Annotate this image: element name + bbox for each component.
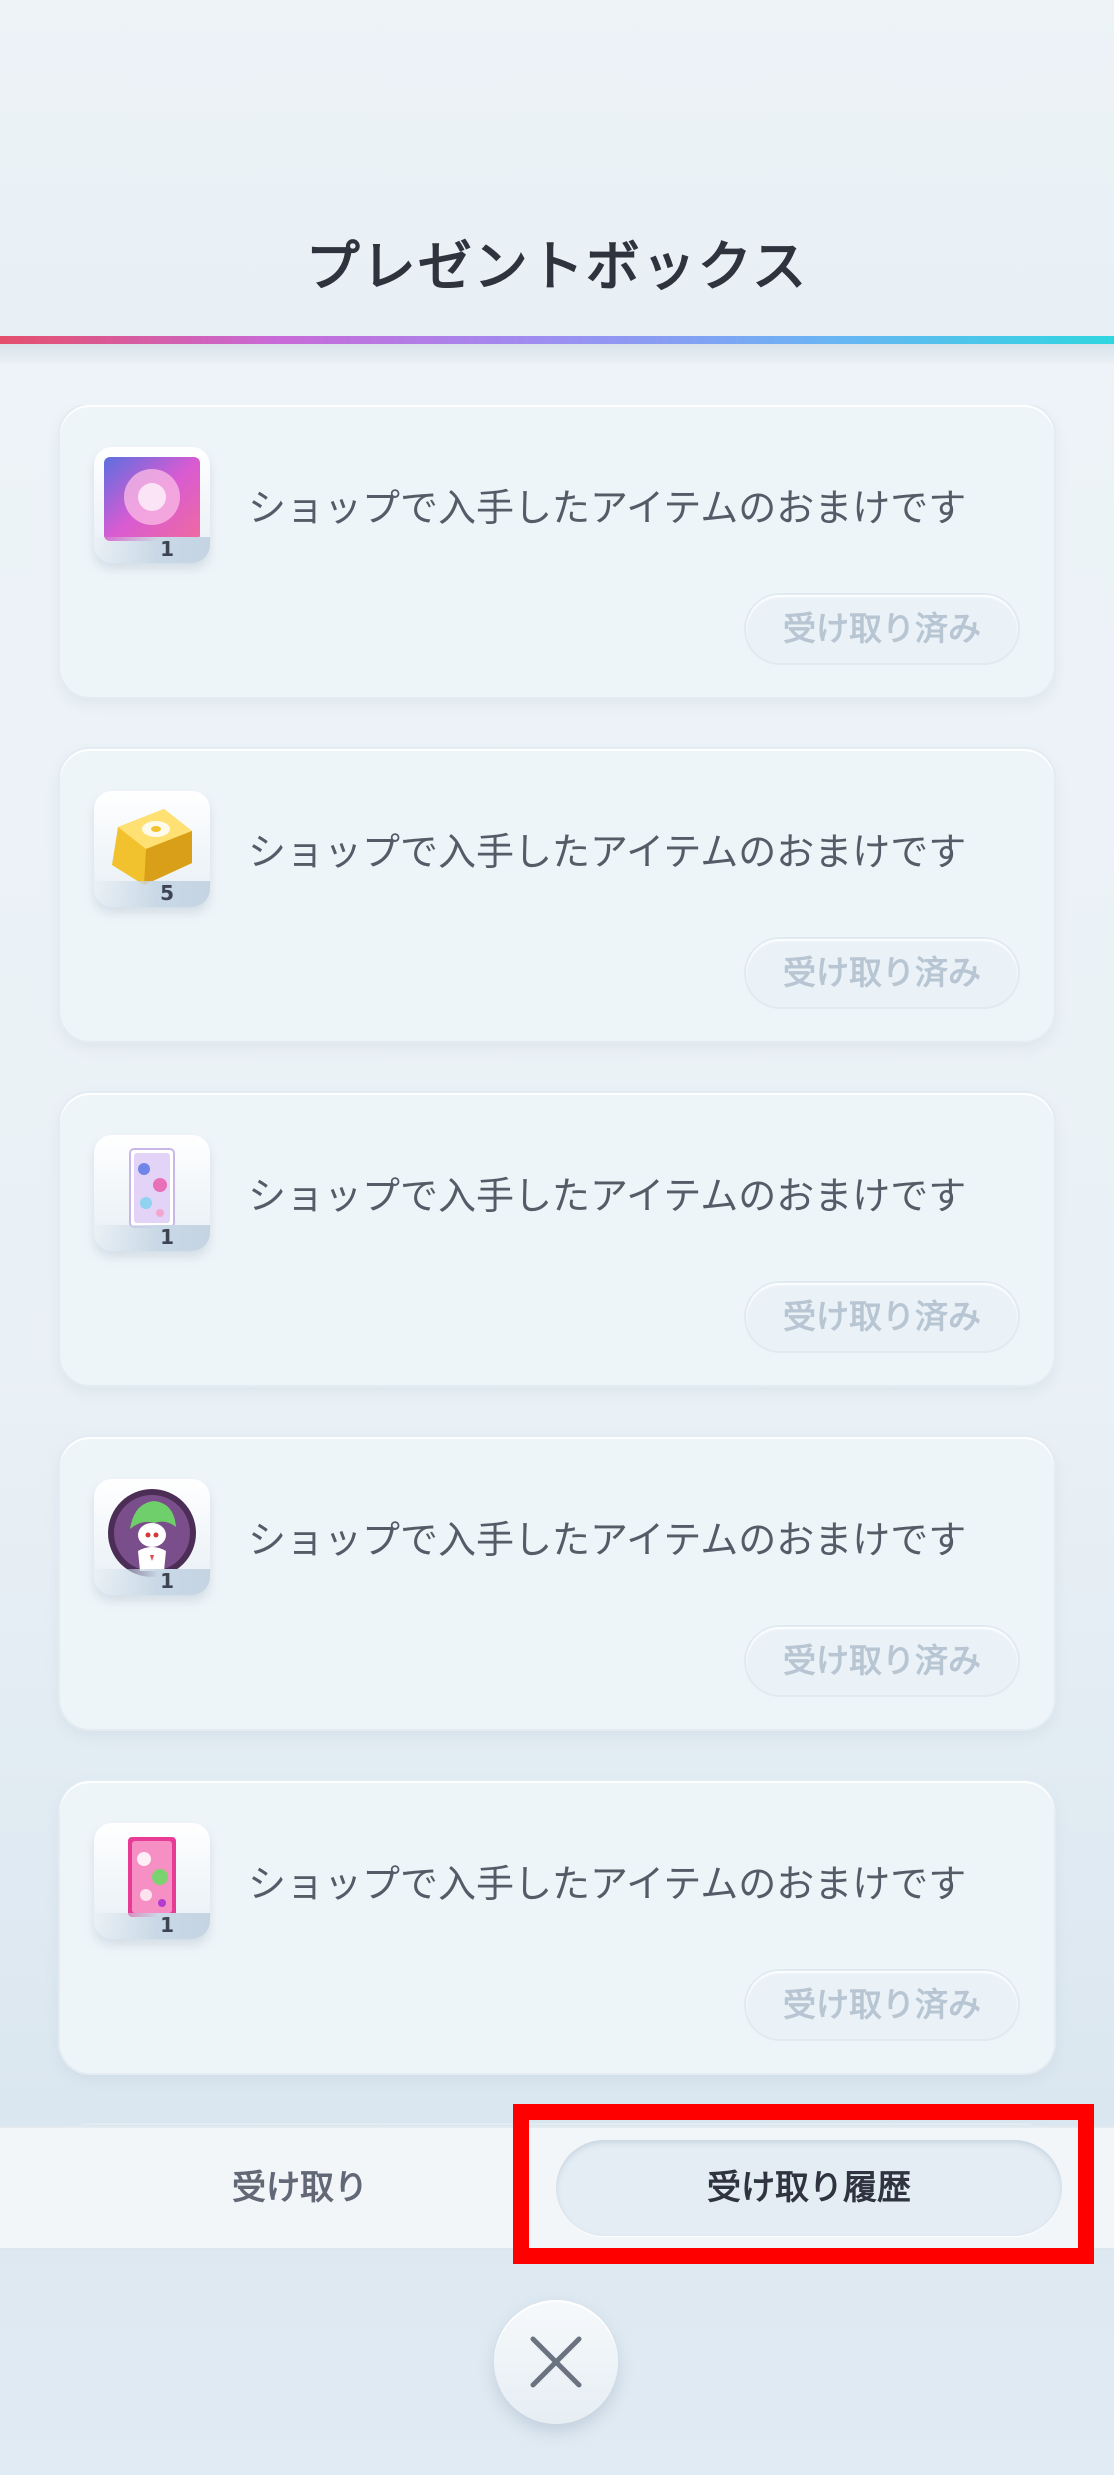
pink-card-icon: 1: [94, 1823, 210, 1939]
present-list[interactable]: 1 ショップで入手したアイテムのおまけです 受け取り済み 5 ショップで入手した…: [0, 405, 1114, 2125]
item-message: ショップで入手したアイテムのおまけです: [248, 1518, 967, 1562]
item-message: ショップで入手したアイテムのおまけです: [248, 830, 967, 874]
header-rainbow-divider: [0, 336, 1114, 344]
item-message: ショップで入手したアイテムのおまけです: [248, 1174, 967, 1218]
claimed-status-badge: 受け取り済み: [746, 1627, 1018, 1695]
tab-receive[interactable]: 受け取り: [60, 2128, 540, 2248]
close-icon: [530, 2336, 582, 2388]
item-message: ショップで入手したアイテムのおまけです: [248, 1862, 967, 1906]
claimed-status-badge: 受け取り済み: [746, 1971, 1018, 2039]
close-button[interactable]: [494, 2300, 618, 2424]
gardevoir-coin-icon: 1: [94, 1479, 210, 1595]
present-item[interactable]: 1 ショップで入手したアイテムのおまけです 受け取り済み: [60, 405, 1054, 697]
item-message: ショップで入手したアイテムのおまけです: [248, 486, 967, 530]
tab-bar: 受け取り 受け取り履歴: [0, 2128, 1114, 2248]
page-title: プレゼントボックス: [305, 235, 809, 298]
header: プレゼントボックス: [0, 0, 1114, 340]
item-count: 1: [160, 1913, 174, 1937]
card-sleeve-icon: 1: [94, 1135, 210, 1251]
rainbow-card-icon: 1: [94, 447, 210, 563]
claimed-status-badge: 受け取り済み: [746, 595, 1018, 663]
item-count: 1: [160, 1225, 174, 1249]
divider-shadow: [0, 344, 1114, 366]
claimed-status-badge: 受け取り済み: [746, 1283, 1018, 1351]
item-count: 5: [160, 881, 174, 905]
present-item[interactable]: 1 ショップで入手したアイテムのおまけです 受け取り済み: [60, 1437, 1054, 1729]
present-item[interactable]: 1 ショップで入手したアイテムのおまけです 受け取り済み: [60, 1093, 1054, 1385]
present-item[interactable]: 1 ショップで入手したアイテムのおまけです 受け取り済み: [60, 1781, 1054, 2073]
gold-bar-icon: 5: [94, 791, 210, 907]
claimed-status-badge: 受け取り済み: [746, 939, 1018, 1007]
tab-receive-history[interactable]: 受け取り履歴: [556, 2140, 1062, 2236]
item-count: 1: [160, 1569, 174, 1593]
item-count: 1: [160, 537, 174, 561]
present-item[interactable]: 5 ショップで入手したアイテムのおまけです 受け取り済み: [60, 749, 1054, 1041]
